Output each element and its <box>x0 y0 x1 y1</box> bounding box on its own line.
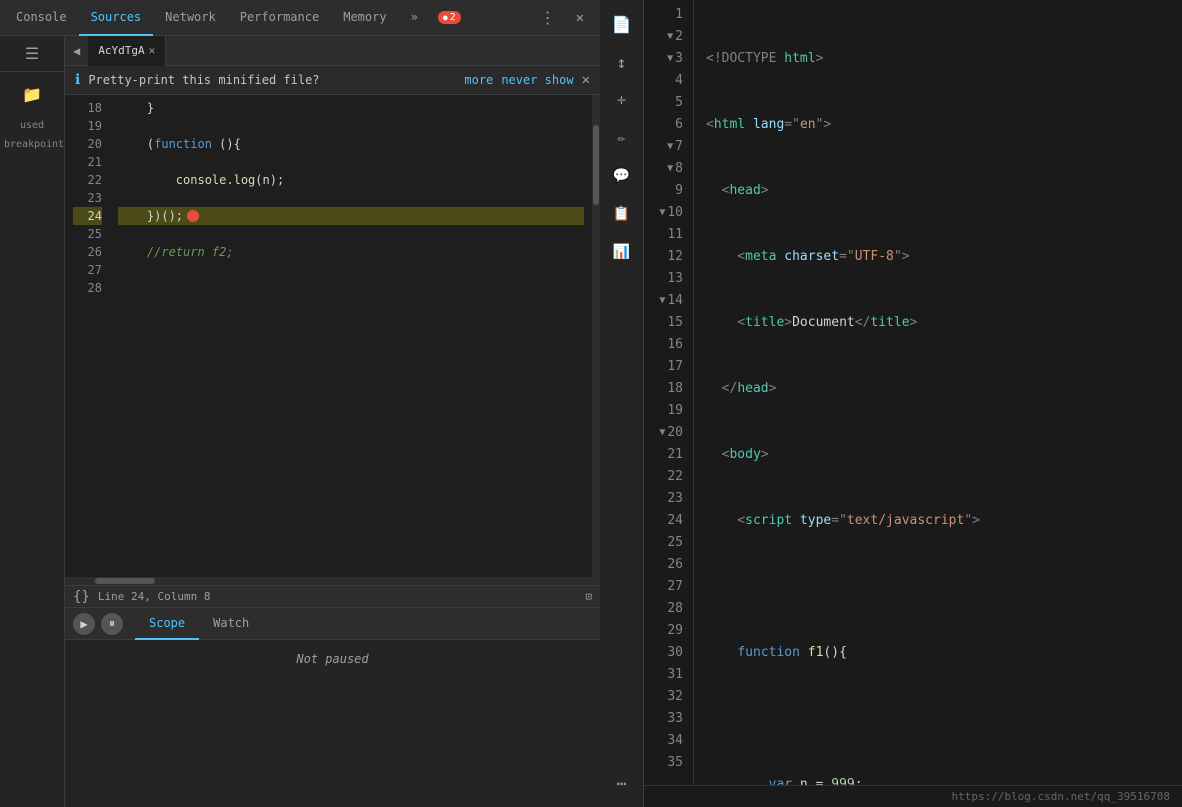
code-row-2: <html lang="en"> <box>706 114 1170 136</box>
scope-tab[interactable]: Scope <box>135 608 199 640</box>
code-row-10: function f1(){ <box>706 642 1170 664</box>
right-nav-chart-icon[interactable]: 📊 <box>606 236 638 268</box>
tab-console[interactable]: Console <box>4 0 79 36</box>
tab-options-icon[interactable]: ⋮ <box>532 8 564 27</box>
tab-sources[interactable]: Sources <box>79 0 154 36</box>
sidebar-expand-button[interactable]: ☰ <box>21 40 43 67</box>
code-row-1: <!DOCTYPE html> <box>706 48 1170 70</box>
not-paused-text: Not paused <box>65 640 600 678</box>
file-tab-close-icon[interactable]: ✕ <box>149 44 156 57</box>
sources-sidebar: ☰ 📁 used breakpoints <box>0 36 65 807</box>
horizontal-scroll-thumb[interactable] <box>95 578 155 584</box>
vertical-scroll-thumb[interactable] <box>593 125 599 205</box>
code-line-24: })(); <box>118 207 584 225</box>
code-line-20: (function (){ <box>118 135 584 153</box>
bottom-tab-bar: ▶ ⏸ Scope Watch <box>65 608 600 640</box>
right-code-editor: 1 ▼2 ▼3 4 5 6 ▼7 ▼8 9 ▼10 11 12 13 ▼14 1… <box>644 0 1182 807</box>
pause-button[interactable]: ⏸ <box>101 613 123 635</box>
code-line-18: } <box>118 99 584 117</box>
right-nav-pencil-icon[interactable]: ✏ <box>606 122 638 154</box>
play-button[interactable]: ▶ <box>73 613 95 635</box>
code-row-6: </head> <box>706 378 1170 400</box>
watch-tab[interactable]: Watch <box>199 608 263 640</box>
code-line-25 <box>118 225 584 243</box>
used-label: used <box>0 116 64 135</box>
breakpoints-label: breakpoints <box>0 135 64 154</box>
info-more-link[interactable]: more <box>464 73 493 87</box>
info-icon: ℹ <box>75 72 80 88</box>
code-row-11 <box>706 708 1170 730</box>
sources-content: ☰ 📁 used breakpoints ◀ AcYdTgA ✕ <box>0 36 600 807</box>
code-row-5: <title>Document</title> <box>706 312 1170 334</box>
right-code-body[interactable]: <!DOCTYPE html> <html lang="en"> <head> … <box>694 0 1182 785</box>
code-line-26: //return f2; <box>118 243 584 261</box>
code-editor-split: ◀ AcYdTgA ✕ ℹ Pretty-print this minified… <box>65 36 600 807</box>
right-nav-cursor-icon[interactable]: ✛ <box>606 84 638 116</box>
tab-close-button[interactable]: ✕ <box>568 10 592 26</box>
devtools-window: Console Sources Network Performance Memo… <box>0 0 600 807</box>
bottom-url-bar: https://blog.csdn.net/qq_39516708 <box>644 785 1182 807</box>
code-line-19 <box>118 117 584 135</box>
debug-controls: ▶ ⏸ <box>65 613 131 635</box>
info-never-show-link[interactable]: never show <box>501 73 573 87</box>
info-banner-links: more never show <box>464 73 573 87</box>
tab-memory[interactable]: Memory <box>331 0 398 36</box>
right-nav-sort-icon[interactable]: ↕ <box>606 46 638 78</box>
right-code-content[interactable]: 1 ▼2 ▼3 4 5 6 ▼7 ▼8 9 ▼10 11 12 13 ▼14 1… <box>644 0 1182 785</box>
code-line-22: console.log(n); <box>118 171 584 189</box>
file-tab-acydtga[interactable]: AcYdTgA ✕ <box>88 36 166 66</box>
horizontal-scrollbar[interactable] <box>65 577 600 585</box>
info-banner: ℹ Pretty-print this minified file? more … <box>65 66 600 95</box>
right-panel: 📄 ↕ ✛ ✏ 💬 📋 📊 ⋯ 1 ▼2 ▼3 4 5 6 <box>600 0 1182 807</box>
info-banner-close[interactable]: ✕ <box>582 72 590 88</box>
expand-status-icon[interactable]: ⊡ <box>585 590 592 603</box>
info-banner-text: Pretty-print this minified file? <box>88 73 456 87</box>
watermark-text: https://blog.csdn.net/qq_39516708 <box>951 790 1170 803</box>
cursor-position: Line 24, Column 8 <box>98 590 211 603</box>
right-nav-chat-icon[interactable]: 💬 <box>606 160 638 192</box>
right-nav-dots-icon[interactable]: ⋯ <box>606 767 638 799</box>
tab-more[interactable]: » <box>399 0 430 36</box>
right-nav-layers-icon[interactable]: 📋 <box>606 198 638 230</box>
tab-performance[interactable]: Performance <box>228 0 331 36</box>
file-tab-name: AcYdTgA <box>98 44 144 57</box>
code-line-23 <box>118 189 584 207</box>
code-content[interactable]: } (function (){ console.log(n); })(); <box>110 95 592 577</box>
file-tab-bar: ◀ AcYdTgA ✕ <box>65 36 600 66</box>
code-row-9 <box>706 576 1170 598</box>
status-bar: {} Line 24, Column 8 ⊡ <box>65 585 600 607</box>
file-nav-back[interactable]: ◀ <box>65 40 88 62</box>
right-devtools-nav: 📄 ↕ ✛ ✏ 💬 📋 📊 ⋯ <box>600 0 644 807</box>
code-row-8: <script type="text/javascript"> <box>706 510 1170 532</box>
error-badge: 2 <box>438 11 461 24</box>
bottom-scope-panel: ▶ ⏸ Scope Watch Not paused <box>65 607 600 807</box>
vertical-scrollbar[interactable] <box>592 95 600 577</box>
code-row-12: var n = 999; <box>706 774 1170 785</box>
right-nav-file-icon[interactable]: 📄 <box>606 8 638 40</box>
tab-bar: Console Sources Network Performance Memo… <box>0 0 600 36</box>
code-line-21 <box>118 153 584 171</box>
tab-network[interactable]: Network <box>153 0 228 36</box>
line-numbers: 18 19 20 21 22 23 24 25 26 27 28 <box>65 95 110 577</box>
code-editor-main: 18 19 20 21 22 23 24 25 26 27 28 } <box>65 95 600 577</box>
right-line-numbers: 1 ▼2 ▼3 4 5 6 ▼7 ▼8 9 ▼10 11 12 13 ▼14 1… <box>644 0 694 785</box>
code-line-27 <box>118 261 584 279</box>
code-row-4: <meta charset="UTF-8"> <box>706 246 1170 268</box>
brackets-icon: {} <box>73 589 90 605</box>
sidebar-file-icon[interactable]: 📁 <box>14 76 50 112</box>
code-row-7: <body> <box>706 444 1170 466</box>
code-line-28 <box>118 279 584 297</box>
error-marker-icon <box>187 210 199 222</box>
code-row-3: <head> <box>706 180 1170 202</box>
sidebar-items-list: used breakpoints <box>0 116 64 807</box>
